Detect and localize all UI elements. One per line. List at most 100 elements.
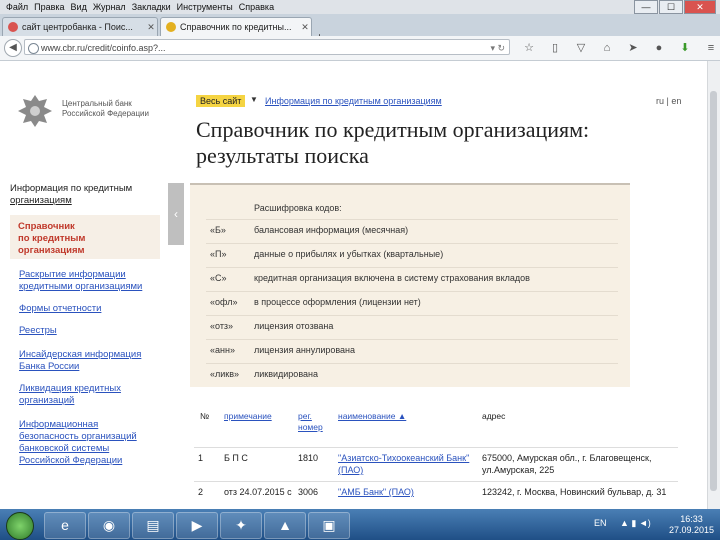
presentation-icon[interactable]: ▣ [308, 512, 350, 539]
chat-icon[interactable]: ● [650, 40, 668, 56]
collapse-sidebar-button[interactable]: ‹ [168, 183, 184, 245]
page-scrollbar[interactable] [707, 61, 720, 509]
pocket-icon[interactable]: ▽ [572, 40, 590, 56]
codes-row: «анн» лицензия аннулирована [206, 339, 618, 362]
sidebar-item-registers[interactable]: Реестры [19, 325, 159, 337]
codes-title: Расшифровка кодов: [254, 203, 342, 213]
code: «Б» [210, 225, 226, 235]
explorer-icon[interactable]: ▤ [132, 512, 174, 539]
sidebar-heading-text: Информация по кредитным [10, 183, 133, 194]
col-header-reg[interactable]: рег. номер [298, 411, 332, 433]
chevron-down-icon[interactable]: ▼ [250, 95, 258, 104]
firefox-icon[interactable]: ◉ [88, 512, 130, 539]
cell-addr: 675000, Амурская обл., г. Благовещенск, … [482, 453, 652, 475]
sidebar-item-active[interactable]: Справочник по кредитным организациям [10, 215, 160, 259]
code-desc: в процессе оформления (лицензии нет) [254, 297, 421, 307]
sidebar-active-label-1: Справочник [18, 221, 75, 232]
clock-date: 27.09.2015 [668, 525, 714, 535]
code: «ликв» [210, 369, 240, 379]
codes-row: «С» кредитная организация включена в сис… [206, 267, 618, 290]
cell-name-link[interactable]: "АМБ Банк" (ПАО) [338, 486, 474, 498]
codes-row: «Б» балансовая информация (месячная) [206, 219, 618, 242]
cell-note: отз 24.07.2015 с [224, 487, 292, 497]
tab-cbr[interactable]: Справочник по кредитны... ✕ [160, 17, 312, 36]
tab-search[interactable]: сайт центробанка - Поис... ✕ [2, 17, 158, 36]
menu-help[interactable]: Справка [239, 2, 274, 12]
codes-row: «отз» лицензия отозвана [206, 315, 618, 338]
sidebar-item-forms[interactable]: Формы отчетности [19, 303, 159, 315]
clock[interactable]: 16:33 27.09.2015 [669, 514, 714, 536]
sidebar-item-security[interactable]: Информационная безопасность организаций … [19, 419, 159, 467]
code: «офл» [210, 297, 238, 307]
home-icon[interactable]: ⌂ [598, 40, 616, 56]
taskbar: e ◉ ▤ ▶ ✦ ▲ ▣ EN ▲ ▮ ◄) 16:33 27.09.2015 [0, 509, 720, 540]
sidebar-item-disclosure[interactable]: Раскрытие информации кредитными организа… [19, 269, 159, 293]
cell-note: Б П С [224, 453, 248, 463]
bank-name: Центральный банк Российской Федерации [62, 99, 149, 118]
menu-history[interactable]: Журнал [93, 2, 126, 12]
menu-bar: Файл Правка Вид Журнал Закладки Инструме… [0, 0, 720, 14]
col-header-name[interactable]: наименование ▲ [338, 411, 468, 422]
media-player-icon[interactable]: ▶ [176, 512, 218, 539]
tab-close-icon[interactable]: ✕ [299, 22, 311, 33]
menu-tools[interactable]: Инструменты [177, 2, 233, 12]
menu-file[interactable]: Файл [6, 2, 28, 12]
menu-view[interactable]: Вид [71, 2, 87, 12]
reload-icon[interactable]: ▾ ↻ [490, 40, 505, 54]
keyboard-language[interactable]: EN [594, 518, 607, 528]
cell-num: 1 [198, 453, 204, 463]
tray-icons[interactable]: ▲ ▮ ◄) [620, 518, 651, 529]
codes-row: «офл» в процессе оформления (лицензии не… [206, 291, 618, 314]
sidebar-active-label: Справочник по кредитным организациям [18, 221, 85, 257]
code: «отз» [210, 321, 234, 331]
code-desc: ликвидирована [254, 369, 318, 379]
sidebar-heading-link[interactable]: организациям [10, 195, 72, 206]
window-controls: — ☐ ✕ [633, 0, 716, 14]
codes-row: «П» данные о прибылях и убытках (квартал… [206, 243, 618, 266]
back-button[interactable]: ◀ [4, 39, 22, 57]
menu-icon[interactable]: ≡ [702, 40, 720, 56]
search-scope-chip[interactable]: Весь сайт [196, 95, 246, 107]
sidebar-active-label-3: организациям [18, 245, 85, 256]
table-row: 2 отз 24.07.2015 с 3006 "АМБ Банк" (ПАО)… [194, 481, 678, 509]
url-bar[interactable]: www.cbr.ru/credit/coinfo.asp?... ▾ ↻ [24, 39, 510, 55]
tab-bar: сайт центробанка - Поис... ✕ Справочник … [0, 14, 720, 44]
code-desc: балансовая информация (месячная) [254, 225, 409, 235]
code-desc: кредитная организация включена в систему… [254, 273, 530, 283]
sidebar-item-insider[interactable]: Инсайдерская информация Банка России [19, 349, 159, 373]
star-icon[interactable]: ☆ [520, 40, 538, 56]
scrollbar-thumb[interactable] [710, 91, 717, 491]
app-icon[interactable]: ✦ [220, 512, 262, 539]
reader-icon[interactable]: ▯ [546, 40, 564, 56]
download-icon[interactable]: ⬇ [676, 40, 694, 56]
cell-name-link[interactable]: "Азиатско-Тихоокеанский Банк" (ПАО) [338, 452, 474, 476]
cell-addr: 123242, г. Москва, Новинский бульвар, д.… [482, 487, 667, 497]
minimize-button[interactable]: — [634, 0, 658, 14]
code: «П» [210, 249, 227, 259]
menu-bookmarks[interactable]: Закладки [132, 2, 171, 12]
codes-row: «ликв» ликвидирована [206, 363, 618, 386]
system-tray: EN ▲ ▮ ◄) 16:33 27.09.2015 [594, 512, 714, 537]
app-icon[interactable]: ▲ [264, 512, 306, 539]
send-icon[interactable]: ➤ [624, 40, 642, 56]
cell-reg: 3006 [298, 487, 319, 497]
globe-icon [28, 43, 39, 54]
cbr-favicon-icon [166, 22, 176, 32]
breadcrumb[interactable]: Информация по кредитным организациям [265, 96, 442, 106]
menu-edit[interactable]: Правка [34, 2, 64, 12]
codes-legend: Расшифровка кодов: «Б» балансовая информ… [190, 183, 630, 387]
tab-close-icon[interactable]: ✕ [145, 22, 157, 33]
tab-label: сайт центробанка - Поис... [22, 22, 133, 32]
close-button[interactable]: ✕ [684, 0, 716, 14]
col-header-note[interactable]: примечание [224, 411, 294, 422]
bank-emblem-icon [18, 95, 52, 127]
ie-icon[interactable]: e [44, 512, 86, 539]
maximize-button[interactable]: ☐ [659, 0, 683, 14]
code-desc: данные о прибылях и убытках (квартальные… [254, 249, 444, 259]
start-button[interactable] [6, 512, 34, 540]
toolbar-icons: ☆ ▯ ▽ ⌂ ➤ ● ⬇ ≡ [520, 40, 720, 56]
clock-time: 16:33 [680, 514, 703, 524]
language-switch[interactable]: ru | en [656, 96, 681, 106]
sidebar-item-liquidation[interactable]: Ликвидация кредитных организаций [19, 383, 159, 407]
table-row: 1 Б П С 1810 "Азиатско-Тихоокеанский Бан… [194, 447, 678, 482]
